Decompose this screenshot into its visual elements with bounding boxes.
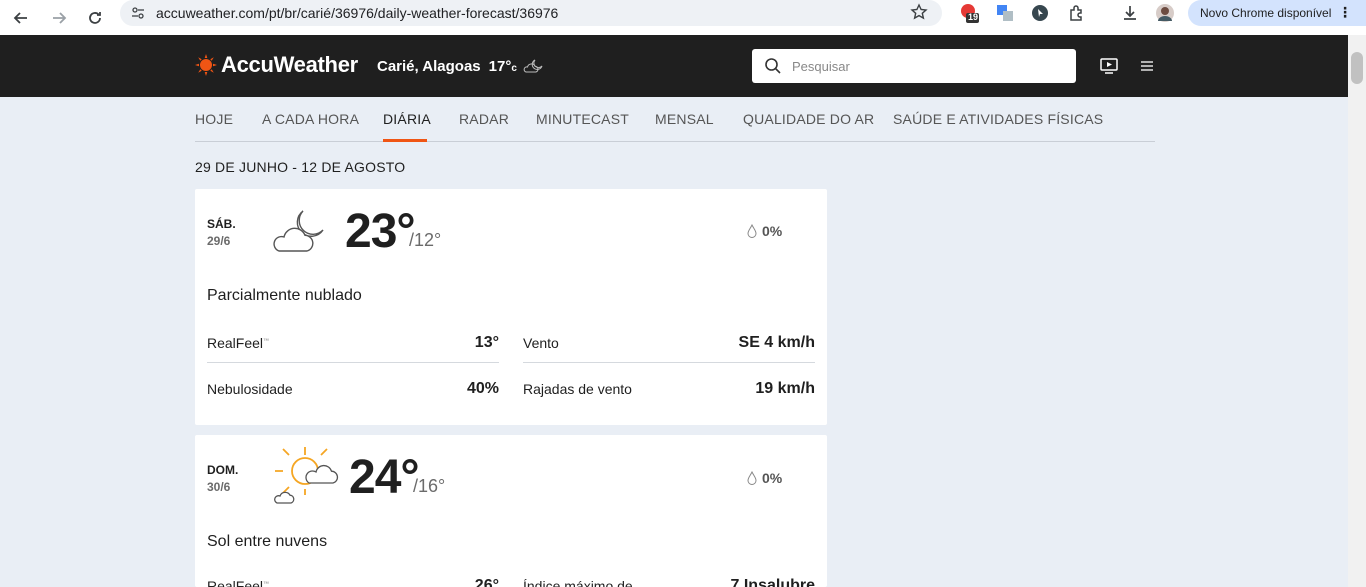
moon-cloud-icon xyxy=(523,59,543,73)
tab-mensal[interactable]: MENSAL xyxy=(655,111,714,127)
cursor-extension-icon[interactable] xyxy=(1029,2,1051,24)
site-header: AccuWeather Carié, Alagoas 17° c Pesquis… xyxy=(0,35,1348,97)
day-of-week: DOM. xyxy=(207,463,239,477)
realfeel-value: 13° xyxy=(474,334,499,351)
cloud-cover-value: 40% xyxy=(466,380,499,397)
realfeel-label: RealFeel™ xyxy=(207,335,270,351)
weather-phrase: Parcialmente nublado xyxy=(207,287,362,304)
search-placeholder: Pesquisar xyxy=(792,58,850,74)
precip-chance: 0% xyxy=(747,223,782,239)
date-range: 29 DE JUNHO - 12 DE AGOSTO xyxy=(195,159,406,175)
reload-icon[interactable] xyxy=(82,5,108,31)
download-icon[interactable] xyxy=(1119,2,1141,24)
chrome-update-button[interactable]: Novo Chrome disponível ⋮ xyxy=(1188,0,1366,26)
profile-avatar[interactable] xyxy=(1154,2,1176,24)
extension-badge: 19 xyxy=(968,12,979,22)
forward-arrow-icon[interactable] xyxy=(46,5,72,31)
daily-forecast-card[interactable]: DOM. 30/6 24° /16° 0% Sol entre nuvens R… xyxy=(195,435,827,587)
chrome-update-label: Novo Chrome disponível xyxy=(1200,6,1332,20)
high-temp: 24° xyxy=(349,451,420,504)
logo-text: AccuWeather xyxy=(221,52,358,77)
precip-value: 0% xyxy=(762,223,783,239)
bookmark-star-icon[interactable] xyxy=(910,3,928,26)
precip-chance: 0% xyxy=(747,470,782,486)
tab-a-cada-hora[interactable]: A CADA HORA xyxy=(262,111,359,127)
tab-radar[interactable]: RADAR xyxy=(459,111,509,127)
realfeel-row: RealFeel™ 13° xyxy=(207,327,499,363)
day-date: 30/6 xyxy=(207,480,231,494)
url-text[interactable]: accuweather.com/pt/br/carié/36976/daily-… xyxy=(156,5,558,21)
uv-index-label: Índice máximo de xyxy=(523,578,633,587)
wind-gust-label: Rajadas de vento xyxy=(523,381,632,397)
translate-icon[interactable] xyxy=(994,2,1016,24)
video-icon[interactable] xyxy=(1099,56,1119,76)
search-input[interactable]: Pesquisar xyxy=(752,49,1076,83)
high-temp: 23° xyxy=(345,205,416,258)
weather-phrase: Sol entre nuvens xyxy=(207,533,328,550)
raindrop-icon xyxy=(747,471,757,485)
wind-gust-value: 19 km/h xyxy=(755,380,815,397)
low-temp: /12° xyxy=(409,230,442,250)
moon-cloud-icon xyxy=(273,210,324,252)
tab-saude[interactable]: SAÚDE E ATIVIDADES FÍSICAS xyxy=(893,111,1103,127)
daily-forecast-card[interactable]: SÁB. 29/6 23° /12° 0% Parcialmente nubla… xyxy=(195,189,827,425)
active-tab-indicator xyxy=(383,139,427,142)
realfeel-row: RealFeel™ 26° xyxy=(207,570,499,587)
tab-qualidade-do-ar[interactable]: QUALIDADE DO AR xyxy=(743,111,874,127)
realfeel-value: 26° xyxy=(474,577,499,587)
wind-gust-row: Rajadas de vento 19 km/h xyxy=(523,373,815,409)
realfeel-label: RealFeel™ xyxy=(207,578,270,587)
tab-minutecast[interactable]: MINUTECAST xyxy=(536,111,629,127)
tab-hoje[interactable]: HOJE xyxy=(195,111,233,127)
back-arrow-icon[interactable] xyxy=(8,5,34,31)
header-temp-unit: c xyxy=(511,62,517,74)
extensions-puzzle-icon[interactable] xyxy=(1066,2,1088,24)
sun-cloud-icon xyxy=(274,447,339,504)
extension-red-icon[interactable]: 19 xyxy=(958,2,980,24)
chrome-menu-icon[interactable]: ⋮ xyxy=(1338,4,1352,21)
uv-index-row: Índice máximo de 7 Insalubre xyxy=(523,570,815,587)
scrollbar-thumb[interactable] xyxy=(1351,52,1363,84)
location-name: Carié, Alagoas xyxy=(377,57,481,75)
header-location[interactable]: Carié, Alagoas 17° c xyxy=(377,57,545,75)
accuweather-logo[interactable]: AccuWeather xyxy=(195,52,358,78)
raindrop-icon xyxy=(747,224,757,238)
day-of-week: SÁB. xyxy=(207,217,236,231)
page-scrollbar[interactable] xyxy=(1348,35,1366,587)
site-settings-icon[interactable] xyxy=(130,5,146,21)
forecast-tabs: HOJE A CADA HORA DIÁRIA RADAR MINUTECAST… xyxy=(195,97,1155,142)
wind-label: Vento xyxy=(523,335,559,351)
day-date: 29/6 xyxy=(207,234,231,248)
uv-index-value: 7 Insalubre xyxy=(730,577,815,587)
precip-value: 0% xyxy=(762,470,783,486)
header-temp: 17° xyxy=(488,57,512,75)
sun-logo-icon xyxy=(195,54,217,76)
tab-diaria[interactable]: DIÁRIA xyxy=(383,111,431,127)
low-temp: /16° xyxy=(413,476,446,496)
cloud-cover-row: Nebulosidade 40% xyxy=(207,373,499,409)
cloud-cover-label: Nebulosidade xyxy=(207,381,293,397)
search-icon xyxy=(765,58,781,74)
hamburger-menu-icon[interactable] xyxy=(1137,56,1157,76)
wind-value: SE 4 km/h xyxy=(738,334,815,351)
address-bar[interactable]: accuweather.com/pt/br/carié/36976/daily-… xyxy=(120,0,942,26)
wind-row: Vento SE 4 km/h xyxy=(523,327,815,363)
